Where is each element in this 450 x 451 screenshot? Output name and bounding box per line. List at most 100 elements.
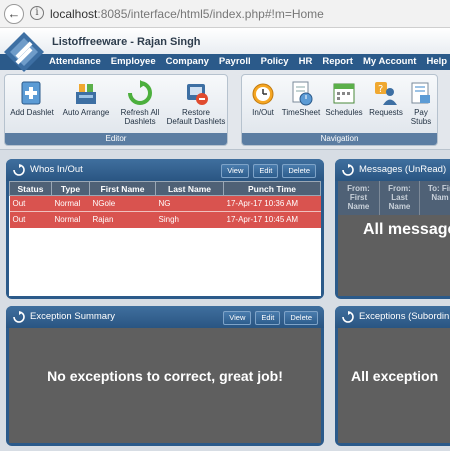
timesheet-label: TimeSheet	[281, 108, 321, 117]
refresh-icon[interactable]	[342, 311, 354, 323]
cell-last-name: Singh	[155, 211, 224, 228]
column-header-last-name[interactable]: Last Name	[155, 181, 224, 196]
restore-label-1: Restore	[181, 108, 210, 117]
editor-group: Add Dashlet Auto Arrange Refresh All Das…	[4, 74, 228, 146]
menu-attendance[interactable]: Attendance	[44, 54, 106, 70]
pay-stubs-button[interactable]: Pay Stubs	[406, 80, 436, 126]
header-line: From:	[388, 184, 411, 193]
menu-my-account[interactable]: My Account	[358, 54, 421, 70]
refresh-icon[interactable]	[13, 311, 25, 323]
cell-first-name: Rajan	[89, 211, 156, 228]
column-header-to-first-name[interactable]: To: Fir Nam	[420, 181, 450, 215]
column-header-from-first-name[interactable]: From: First Name	[338, 181, 380, 215]
menu-employee[interactable]: Employee	[106, 54, 161, 70]
exception-summary-dashlet: Exception Summary View Edit Delete No ex…	[6, 306, 324, 446]
auto-arrange-label: Auto Arrange	[62, 108, 110, 117]
refresh-icon[interactable]	[342, 164, 354, 176]
refresh-all-label-1: Refresh All	[120, 108, 160, 117]
cell-last-name: NG	[155, 195, 224, 212]
dashlet-header: Exceptions (Subordin	[335, 306, 450, 328]
header-line: From:	[347, 184, 370, 193]
whos-in-out-dashlet: Whos In/Out View Edit Delete Status Type…	[6, 159, 324, 299]
app-title: Listoffreeware - Rajan Singh	[52, 36, 201, 48]
info-icon[interactable]: i	[30, 6, 44, 20]
edit-button[interactable]: Edit	[253, 164, 279, 178]
cell-type: Normal	[51, 211, 90, 228]
restore-label-2: Default Dashlets	[166, 117, 226, 126]
calendar-icon	[333, 83, 355, 104]
menu-company[interactable]: Company	[161, 54, 214, 70]
view-button[interactable]: View	[223, 311, 252, 325]
dashlet-title: Messages (UnRead)	[359, 164, 447, 175]
app-logo-icon[interactable]	[2, 30, 46, 74]
pay-stubs-label-1: Pay	[414, 108, 428, 117]
menu-payroll[interactable]: Payroll	[214, 54, 256, 70]
app-header: Listoffreeware - Rajan Singh	[0, 28, 450, 54]
app-window: ← i localhost:8085/interface/html5/index…	[0, 0, 450, 451]
column-header-status[interactable]: Status	[9, 181, 52, 196]
menu-hr[interactable]: HR	[294, 54, 318, 70]
navigation-group: In/Out TimeSheet Schedules ? Requests Pa…	[241, 74, 438, 146]
auto-arrange-button[interactable]: Auto Arrange	[60, 80, 112, 117]
messages-dashlet: Messages (UnRead) From: First Name From: La…	[335, 159, 450, 299]
delete-button[interactable]: Delete	[284, 311, 318, 325]
schedules-label: Schedules	[325, 108, 363, 117]
add-dashlet-button[interactable]: Add Dashlet	[9, 80, 55, 117]
header-line: First	[349, 193, 368, 202]
column-header-first-name[interactable]: First Name	[89, 181, 156, 196]
cell-punch-time: 17-Apr-17 10:36 AM	[223, 195, 321, 212]
url-path: :8085/interface/html5/index.php#!m=Home	[97, 7, 324, 21]
edit-button[interactable]: Edit	[255, 311, 281, 325]
whos-in-out-body: Status Type First Name Last Name Punch T…	[9, 181, 321, 296]
cell-status: Out	[9, 211, 52, 228]
menu-help[interactable]: Help	[421, 54, 450, 70]
column-header-from-last-name[interactable]: From: Last Name	[380, 181, 420, 215]
in-out-button[interactable]: In/Out	[246, 80, 280, 117]
cell-type: Normal	[51, 195, 90, 212]
refresh-all-dashlets-button[interactable]: Refresh All Dashlets	[115, 80, 165, 126]
add-dashlet-label: Add Dashlet	[10, 108, 54, 117]
svg-text:?: ?	[378, 84, 383, 95]
dashlet-header: Messages (UnRead)	[335, 159, 450, 181]
table-row[interactable]: Out Normal NGole NG 17-Apr-17 10:36 AM	[9, 195, 321, 212]
refresh-all-label-2: Dashlets	[124, 117, 156, 126]
header-line: Nam	[431, 193, 449, 202]
restore-icon	[187, 84, 208, 105]
column-header-punch-time[interactable]: Punch Time	[223, 181, 321, 196]
exceptions-subordinates-empty-text: All exception	[351, 368, 439, 384]
add-dashlet-icon	[21, 81, 41, 105]
refresh-icon[interactable]	[13, 164, 25, 176]
messages-body: From: First Name From: Last Name To: Fir Nam …	[338, 181, 450, 296]
restore-default-dashlets-button[interactable]: Restore Default Dashlets	[165, 80, 227, 126]
dashlet-header: Exception Summary View Edit Delete	[6, 306, 324, 328]
dashlet-title: Exception Summary	[30, 311, 116, 322]
messages-empty-text: All message	[363, 221, 450, 238]
timesheet-button[interactable]: TimeSheet	[280, 80, 322, 117]
pay-stubs-label-2: Stubs	[410, 117, 432, 126]
dashlet-title: Exceptions (Subordin	[359, 311, 450, 322]
exception-summary-body: No exceptions to correct, great job!	[9, 328, 321, 443]
view-button[interactable]: View	[221, 164, 250, 178]
messages-table-header: From: First Name From: Last Name To: Fir Nam	[338, 181, 450, 215]
cell-punch-time: 17-Apr-17 10:45 AM	[223, 211, 321, 228]
header-line: Name	[347, 202, 370, 211]
table-row[interactable]: Out Normal Rajan Singh 17-Apr-17 10:45 A…	[9, 211, 321, 228]
refresh-icon	[128, 80, 152, 105]
cell-first-name: NGole	[89, 195, 156, 212]
navigation-group-label: Navigation	[242, 133, 437, 145]
menu-policy[interactable]: Policy	[256, 54, 294, 70]
header-line: Last	[391, 193, 408, 202]
schedules-button[interactable]: Schedules	[324, 80, 364, 117]
url-field[interactable]: localhost:8085/interface/html5/index.php…	[50, 7, 324, 21]
column-header-type[interactable]: Type	[51, 181, 90, 196]
editor-group-label: Editor	[5, 133, 227, 145]
requests-button[interactable]: ? Requests	[366, 80, 406, 117]
back-arrow-icon[interactable]: ←	[4, 4, 24, 24]
requests-label: Requests	[369, 108, 403, 117]
cell-status: Out	[9, 195, 52, 212]
dashlet-header: Whos In/Out View Edit Delete	[6, 159, 324, 181]
menu-report[interactable]: Report	[317, 54, 358, 70]
url-host: localhost	[50, 7, 98, 21]
delete-button[interactable]: Delete	[282, 164, 316, 178]
in-out-label: In/Out	[252, 108, 274, 117]
